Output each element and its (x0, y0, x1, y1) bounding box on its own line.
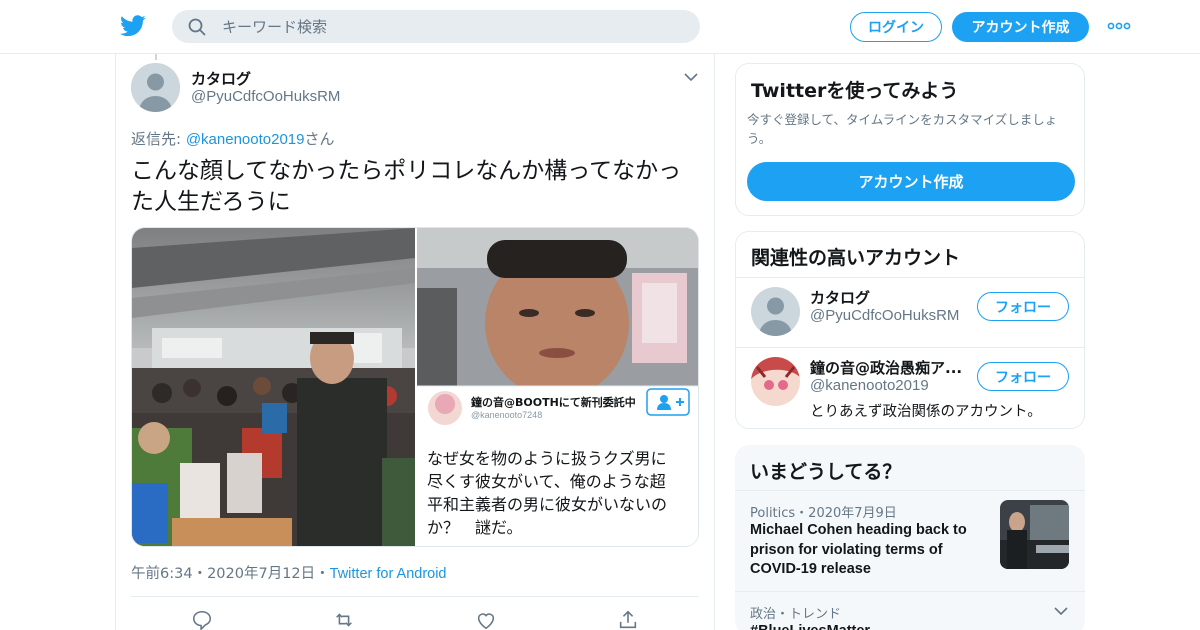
embedded-text-line: 尽くす彼女がいて、俺のような超 (427, 472, 666, 491)
follow-button[interactable]: フォロー (977, 292, 1069, 321)
follow-button[interactable]: フォロー (977, 362, 1069, 391)
reply-suffix: さん (304, 130, 335, 148)
trend-headline[interactable]: #BlueLivesMatter (750, 622, 995, 630)
divider (736, 347, 1084, 348)
embedded-handle: @kanenooto7248 (471, 410, 542, 420)
default-avatar-icon (131, 63, 180, 112)
photo-convention-hall[interactable] (132, 228, 415, 547)
account-handle[interactable]: @PyuCdfcOoHuksRM (810, 307, 959, 324)
retweet-icon[interactable] (333, 609, 355, 630)
tweet-source-link[interactable]: Twitter for Android (330, 566, 447, 582)
more-options-icon[interactable] (1107, 18, 1131, 34)
login-button[interactable]: ログイン (850, 12, 942, 42)
separator-dot: ・ (192, 566, 208, 582)
related-accounts-card: 関連性の高いアカウント カタログ @PyuCdfcOoHuksRM フォロー 鐘… (735, 231, 1085, 429)
search-icon (188, 18, 206, 36)
tweet-text: こんな顔してなかったらポリコレなんか構ってなかった人生だろうに (131, 158, 682, 215)
tweet-media[interactable]: 鐘の音@BOOTHにて新刊委託中 @kanenooto7248 なぜ女を物のよう… (131, 227, 699, 547)
tweet-actions (131, 605, 699, 630)
divider (735, 591, 1085, 592)
tweet-meta: 午前6:34・2020年7月12日・Twitter for Android (131, 562, 447, 583)
embedded-text-line: 平和主義者の男に彼女がいないの (427, 495, 667, 514)
account-name[interactable]: カタログ (810, 287, 970, 308)
thread-connector (155, 54, 157, 60)
trend-headline[interactable]: Michael Cohen heading back to prison for… (750, 521, 995, 580)
reply-icon[interactable] (191, 609, 213, 630)
divider (736, 277, 1084, 278)
divider (735, 490, 1085, 491)
card-description: 今すぐ登録して、タイムラインをカスタマイズしましょう。 (747, 112, 1058, 146)
search-input[interactable] (222, 10, 682, 43)
account-avatar[interactable] (751, 357, 800, 406)
account-avatar[interactable] (751, 287, 800, 336)
reply-prefix: 返信先: (131, 130, 186, 148)
account-bio: とりあえず政治関係のアカウント。 (810, 404, 1042, 420)
author-name[interactable]: カタログ (191, 68, 251, 89)
author-avatar[interactable] (131, 63, 180, 112)
account-name[interactable]: 鐘の音@政治愚痴ア... (810, 357, 970, 378)
default-avatar-icon (751, 287, 800, 336)
chevron-down-icon[interactable] (683, 69, 699, 85)
card-title: Twitterを使ってみよう (751, 80, 959, 102)
reply-to-line: 返信先: @kanenooto2019さん (131, 128, 335, 149)
trend-meta: Politics・2020年7月9日 (750, 506, 897, 521)
tweet-divider (131, 596, 699, 597)
try-twitter-card: Twitterを使ってみよう 今すぐ登録して、タイムラインをカスタマイズしましょ… (735, 63, 1085, 216)
embedded-name: 鐘の音@BOOTHにて新刊委託中 (471, 395, 636, 409)
like-heart-icon[interactable] (475, 609, 497, 630)
trend-thumbnail[interactable] (1000, 500, 1069, 569)
photo-tweet-screenshot[interactable]: 鐘の音@BOOTHにて新刊委託中 @kanenooto7248 なぜ女を物のよう… (417, 228, 699, 547)
card-title: 関連性の高いアカウント (751, 247, 961, 269)
top-bar: ログイン アカウント作成 (0, 0, 1200, 54)
embedded-text-line: か？ 謎だ。 (427, 518, 523, 537)
signup-button[interactable]: アカウント作成 (952, 12, 1089, 42)
anime-avatar-icon (751, 357, 800, 406)
reply-handle-link[interactable]: @kanenooto2019 (186, 131, 305, 148)
search-box[interactable] (172, 10, 700, 43)
separator-dot: ・ (315, 566, 330, 582)
chevron-down-icon[interactable] (1053, 603, 1069, 619)
tweet-time[interactable]: 午前6:34 (131, 566, 193, 582)
news-photo (1000, 500, 1069, 569)
twitter-logo-icon[interactable] (120, 14, 146, 38)
tweet-date[interactable]: 2020年7月12日 (207, 566, 315, 582)
embedded-text-line: なぜ女を物のように扱うクズ男に (427, 449, 667, 468)
author-handle[interactable]: @PyuCdfcOoHuksRM (191, 88, 340, 105)
account-handle[interactable]: @kanenooto2019 (810, 377, 929, 394)
card-title: いまどうしてる？ (750, 461, 902, 483)
trends-card: いまどうしてる？ Politics・2020年7月9日 Michael Cohe… (735, 445, 1085, 630)
create-account-button[interactable]: アカウント作成 (747, 162, 1075, 201)
share-icon[interactable] (617, 609, 639, 630)
trend-meta: 政治・トレンド (750, 607, 842, 622)
